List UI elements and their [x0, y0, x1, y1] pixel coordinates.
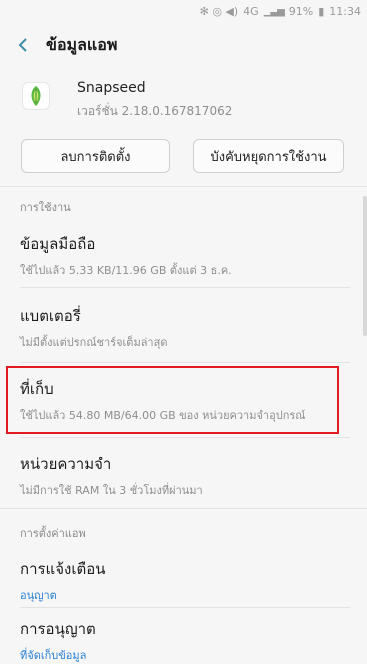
app-version: เวอร์ชั่น 2.18.0.167817062	[77, 104, 233, 118]
item-title: การแจ้งเตือน	[20, 560, 106, 578]
list-item-memory[interactable]: หน่วยความจำ ไม่มีการใช้ RAM ใน 3 ชั่วโมง…	[20, 452, 350, 499]
list-item-battery[interactable]: แบตเตอรี่ ไม่มีตั้งแต่ปรกณ์ชาร์จเต็มล่าส…	[20, 304, 350, 351]
item-subtitle: ไม่มีตั้งแต่ปรกณ์ชาร์จเต็มล่าสุด	[20, 336, 168, 349]
item-title: แบตเตอรี่	[20, 307, 81, 325]
battery-level: 91%	[288, 4, 314, 18]
divider	[20, 287, 350, 288]
highlight-box	[6, 366, 339, 434]
app-name: Snapseed	[77, 80, 146, 96]
divider	[0, 508, 367, 509]
page-title: ข้อมูลแอพ	[46, 34, 118, 54]
item-subtitle: ที่จัดเก็บข้อมูล	[20, 649, 87, 662]
item-subtitle: ไม่มีการใช้ RAM ใน 3 ชั่วโมงที่ผ่านมา	[20, 484, 203, 497]
section-header-app-settings: การตั้งค่าแอพ	[20, 527, 86, 540]
clock: 11:34	[329, 4, 361, 18]
app-bar: ข้อมูลแอพ	[0, 22, 367, 68]
notification-icons: ✻ ◎ ◀︎)	[199, 4, 239, 18]
list-item-notifications[interactable]: การแจ้งเตือน อนุญาต	[20, 557, 350, 604]
signal-icon: ▁▃▅	[263, 5, 285, 17]
list-item-permissions[interactable]: การอนุญาต ที่จัดเก็บข้อมูล	[20, 617, 350, 664]
chevron-left-icon	[18, 38, 27, 52]
divider	[0, 186, 367, 187]
uninstall-button[interactable]: ลบการติดตั้ง	[21, 139, 170, 173]
status-bar: ✻ ◎ ◀︎) 4G ▁▃▅ 91% ▮ 11:34	[0, 0, 367, 22]
divider	[20, 437, 350, 438]
network-type: 4G	[243, 4, 259, 18]
item-title: หน่วยความจำ	[20, 455, 112, 473]
battery-icon: ▮	[318, 4, 325, 18]
item-title: ข้อมูลมือถือ	[20, 235, 96, 253]
item-subtitle: ใช้ไปแล้ว 5.33 KB/11.96 GB ตั้งแต่ 3 ธ.ค…	[20, 264, 232, 277]
item-title: การอนุญาต	[20, 620, 96, 638]
app-header: Snapseed เวอร์ชั่น 2.18.0.167817062	[0, 74, 367, 126]
divider	[20, 607, 350, 608]
force-stop-button[interactable]: บังคับหยุดการใช้งาน	[193, 139, 344, 173]
scrollbar[interactable]	[363, 196, 367, 336]
divider	[20, 362, 350, 363]
list-item-mobile-data[interactable]: ข้อมูลมือถือ ใช้ไปแล้ว 5.33 KB/11.96 GB …	[20, 232, 350, 279]
section-header-usage: การใช้งาน	[20, 201, 71, 214]
back-button[interactable]	[0, 22, 46, 68]
item-subtitle: อนุญาต	[20, 589, 57, 602]
snapseed-leaf-icon	[22, 82, 50, 110]
